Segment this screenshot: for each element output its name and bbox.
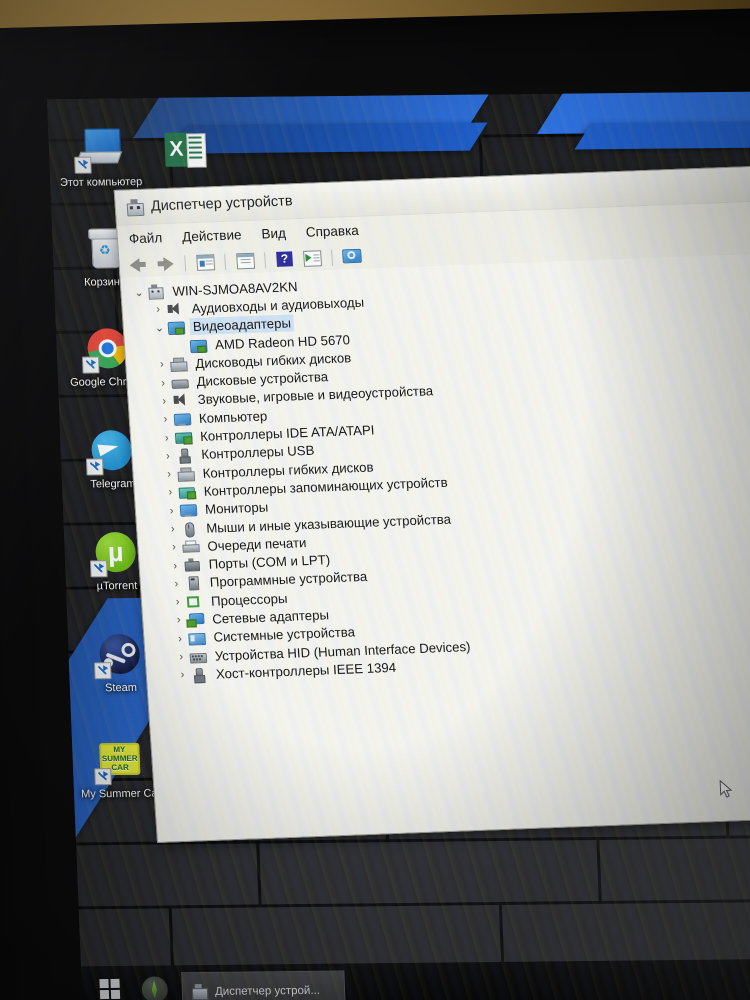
chevron-down-icon[interactable]: ⌄ [152, 321, 168, 335]
toolbar-separator [264, 251, 267, 268]
shortcut-overlay-icon [93, 662, 112, 680]
excel-icon[interactable]: X [164, 132, 207, 168]
chevron-right-icon[interactable]: › [159, 431, 175, 444]
mouse-pointer [719, 779, 733, 798]
chevron-down-icon[interactable]: ⌄ [131, 285, 147, 299]
tree-item-label: Компьютер [198, 408, 268, 426]
monitor-icon [173, 411, 192, 427]
hid-device-icon [188, 649, 208, 665]
monitor-bezel: Этот компьютер ♻ Корзина Google Chrome T… [0, 7, 750, 1000]
chevron-right-icon[interactable]: › [161, 468, 177, 481]
menu-item-action[interactable]: Действие [182, 227, 242, 244]
taskbar[interactable]: Диспетчер устрой... [80, 958, 750, 1000]
chevron-right-icon[interactable]: › [167, 559, 183, 572]
green-leaf-icon[interactable] [141, 976, 169, 1000]
device-manager-icon [125, 198, 145, 216]
menu-item-file[interactable]: Файл [128, 230, 162, 246]
desktop-icon-this-pc[interactable]: Этот компьютер [56, 126, 145, 190]
usb-icon [175, 448, 193, 465]
ieee1394-icon [189, 667, 207, 684]
show-hidden-devices-button[interactable] [341, 247, 363, 267]
storage-controller-icon [177, 484, 197, 500]
tree-item-label: Процессоры [210, 590, 288, 609]
start-button[interactable] [99, 978, 122, 1000]
chevron-right-icon[interactable]: › [154, 358, 170, 371]
chevron-right-icon[interactable]: › [170, 596, 186, 609]
forward-button[interactable] [154, 254, 176, 274]
chevron-right-icon[interactable]: › [173, 651, 189, 664]
chevron-right-icon[interactable]: › [165, 523, 181, 536]
desktop-icon-label: Этот компьютер [59, 176, 143, 189]
shortcut-overlay-icon [74, 156, 92, 174]
shortcut-overlay-icon [81, 356, 100, 374]
printer-icon [181, 539, 200, 555]
software-device-icon [183, 575, 201, 591]
window-title: Диспетчер устройств [150, 193, 294, 215]
menu-item-help[interactable]: Справка [305, 222, 359, 239]
scan-list-icon [303, 250, 323, 267]
taskbar-button-device-manager[interactable]: Диспетчер устрой... [181, 970, 346, 1000]
utorrent-icon: µ [89, 530, 141, 578]
floppy-drive-icon [169, 356, 188, 372]
shortcut-overlay-icon [94, 768, 112, 786]
mouse-icon [180, 521, 198, 538]
speaker-icon [165, 301, 183, 317]
device-manager-icon [191, 984, 209, 1000]
monitor-search-icon [342, 248, 362, 264]
port-icon [182, 557, 201, 573]
help-button[interactable]: ? [274, 249, 296, 269]
computer-icon [146, 284, 165, 300]
update-driver-button[interactable] [234, 251, 256, 271]
chevron-right-icon[interactable]: › [158, 413, 174, 426]
cpu-icon [185, 594, 203, 610]
menu-item-view[interactable]: Вид [261, 225, 286, 241]
speaker-icon [171, 393, 189, 409]
shortcut-overlay-icon [85, 458, 104, 476]
back-button[interactable] [127, 255, 149, 275]
taskbar-button-label: Диспетчер устрой... [214, 984, 321, 998]
chevron-right-icon[interactable]: › [150, 304, 166, 317]
device-manager-window[interactable]: Диспетчер устройств Файл Действие Вид Сп… [113, 163, 750, 843]
scan-hardware-button[interactable] [301, 248, 323, 268]
display-adapter-icon [189, 337, 208, 353]
this-pc-icon [74, 126, 125, 174]
device-tree[interactable]: ⌄ WIN-SJMOA8AV2KN › Аудиовходы и аудиовы… [120, 251, 750, 842]
disk-drive-icon [170, 375, 189, 391]
monitor-screen: Этот компьютер ♻ Корзина Google Chrome T… [46, 91, 750, 1000]
network-adapter-icon [186, 612, 205, 628]
ide-controller-icon [174, 429, 193, 445]
toolbar-separator [330, 249, 334, 266]
chevron-right-icon[interactable]: › [171, 614, 187, 627]
steam-icon [93, 632, 145, 680]
desktop-icon-label: My Summer Car [80, 787, 162, 801]
document-window-icon [236, 252, 256, 270]
question-mark-icon: ? [276, 251, 294, 267]
floppy-controller-icon [176, 466, 196, 482]
toolbar-separator [224, 253, 227, 270]
chevron-right-icon[interactable]: › [156, 395, 172, 408]
recycle-glyph: ♻ [98, 242, 111, 258]
my-summer-car-icon: MY SUMMER CAR [94, 738, 145, 786]
properties-window-icon [196, 254, 216, 271]
chevron-right-icon[interactable]: › [172, 632, 188, 645]
chevron-right-icon[interactable]: › [169, 578, 185, 591]
toolbar-separator [184, 254, 187, 271]
system-device-icon [187, 630, 207, 646]
chevron-right-icon[interactable]: › [166, 541, 182, 554]
shortcut-overlay-icon [89, 560, 108, 578]
properties-button[interactable] [194, 252, 216, 272]
chevron-right-icon[interactable]: › [175, 669, 191, 682]
chevron-right-icon[interactable]: › [160, 450, 176, 463]
photograph-of-monitor: Этот компьютер ♻ Корзина Google Chrome T… [0, 0, 750, 1000]
tree-item-label: Мониторы [204, 499, 269, 518]
chevron-right-icon[interactable]: › [164, 505, 180, 518]
monitor-icon [179, 502, 198, 518]
chevron-right-icon[interactable]: › [162, 486, 178, 499]
display-adapter-icon [166, 320, 186, 336]
chevron-right-icon[interactable]: › [155, 377, 171, 390]
